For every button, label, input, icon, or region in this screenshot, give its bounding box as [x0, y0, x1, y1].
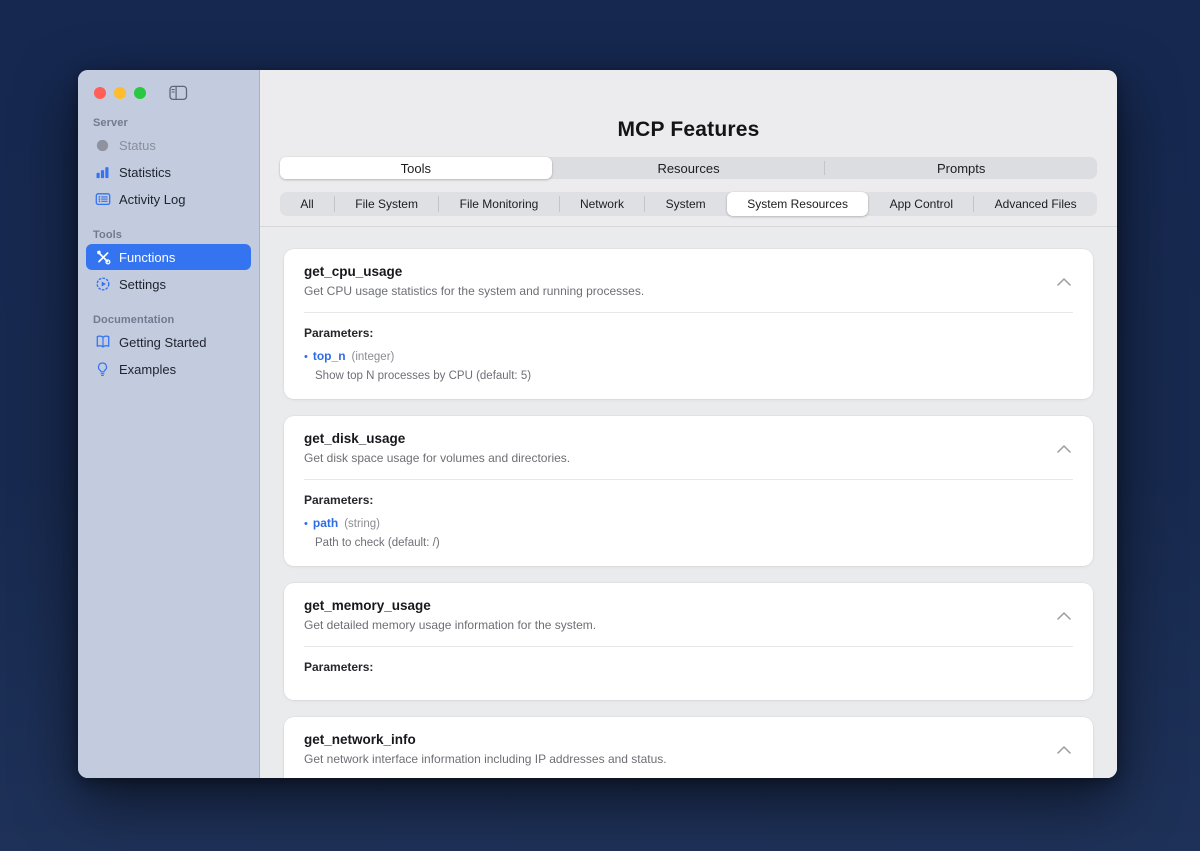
parameter-row: • top_n (integer)	[304, 349, 1073, 363]
function-name: get_cpu_usage	[304, 264, 1073, 279]
app-window: Server Status Statistics Activity Log Tools F…	[78, 70, 1117, 778]
sidebar-item-label: Functions	[119, 250, 175, 265]
card-divider	[304, 646, 1073, 647]
function-description: Get network interface information includ…	[304, 752, 1073, 766]
parameter-type: (integer)	[352, 351, 395, 363]
chevron-up-icon	[1057, 441, 1071, 456]
sidebar-item-label: Statistics	[119, 165, 171, 180]
parameters-label: Parameters:	[304, 326, 1073, 340]
function-description: Get disk space usage for volumes and dir…	[304, 451, 1073, 465]
parameters-label: Parameters:	[304, 660, 1073, 674]
window-controls	[78, 83, 259, 103]
tab-tools[interactable]: Tools	[280, 157, 552, 179]
sidebar-item-label: Status	[119, 138, 156, 153]
filter-file-monitoring[interactable]: File Monitoring	[439, 192, 558, 216]
lightbulb-icon	[94, 361, 111, 378]
collapse-card-button[interactable]	[1055, 606, 1073, 625]
parameters-label: Parameters:	[304, 493, 1073, 507]
bar-chart-icon	[94, 164, 111, 181]
filter-app-control[interactable]: App Control	[869, 192, 973, 216]
sidebar-item-status[interactable]: Status	[86, 132, 251, 158]
parameter-name: top_n	[313, 349, 346, 363]
function-description: Get detailed memory usage information fo…	[304, 618, 1073, 632]
parameter-description: Show top N processes by CPU (default: 5)	[304, 370, 1073, 382]
sidebar-section-header-documentation: Documentation	[93, 314, 259, 326]
chevron-up-icon	[1057, 608, 1071, 623]
close-window-button[interactable]	[94, 87, 106, 99]
zoom-window-button[interactable]	[134, 87, 146, 99]
parameter-description: Path to check (default: /)	[304, 537, 1073, 549]
function-name: get_disk_usage	[304, 431, 1073, 446]
parameter-name: path	[313, 516, 338, 530]
sidebar-nav: Server Status Statistics Activity Log Tools F…	[78, 103, 259, 383]
function-card-get-disk-usage: get_disk_usage Get disk space usage for v…	[284, 416, 1093, 566]
sidebar-item-functions[interactable]: Functions	[86, 244, 251, 270]
sidebar-toggle-icon[interactable]	[169, 85, 188, 101]
activity-log-icon	[94, 191, 111, 208]
sidebar-item-label: Activity Log	[119, 192, 185, 207]
page-title: MCP Features	[260, 118, 1117, 142]
tab-resources[interactable]: Resources	[553, 157, 825, 179]
parameter-bullet: •	[304, 351, 308, 363]
filter-system-resources[interactable]: System Resources	[727, 192, 868, 216]
chevron-up-icon	[1057, 274, 1071, 289]
parameter-type: (string)	[344, 518, 380, 530]
chevron-up-icon	[1057, 742, 1071, 757]
minimize-window-button[interactable]	[114, 87, 126, 99]
sidebar-item-getting-started[interactable]: Getting Started	[86, 329, 251, 355]
sidebar-item-statistics[interactable]: Statistics	[86, 159, 251, 185]
sidebar-item-examples[interactable]: Examples	[86, 356, 251, 382]
function-description: Get CPU usage statistics for the system …	[304, 284, 1073, 298]
function-list: get_cpu_usage Get CPU usage statistics fo…	[260, 227, 1117, 778]
parameter-row: • path (string)	[304, 516, 1073, 530]
collapse-card-button[interactable]	[1055, 740, 1073, 759]
filter-all[interactable]: All	[280, 192, 334, 216]
settings-icon	[94, 276, 111, 293]
filter-file-system[interactable]: File System	[335, 192, 438, 216]
status-circle-icon	[94, 137, 111, 154]
main-content: MCP Features ToolsResourcesPrompts AllFi…	[260, 70, 1117, 778]
sidebar-section-header-server: Server	[93, 117, 259, 129]
sidebar-item-label: Examples	[119, 362, 176, 377]
function-name: get_memory_usage	[304, 598, 1073, 613]
sidebar-item-label: Settings	[119, 277, 166, 292]
tab-prompts[interactable]: Prompts	[825, 157, 1097, 179]
sidebar-item-label: Getting Started	[119, 335, 206, 350]
tab-bar: ToolsResourcesPrompts	[280, 157, 1097, 179]
parameter-bullet: •	[304, 518, 308, 530]
sidebar-item-settings[interactable]: Settings	[86, 271, 251, 297]
filter-bar: AllFile SystemFile MonitoringNetworkSyst…	[280, 192, 1097, 216]
function-card-get-memory-usage: get_memory_usage Get detailed memory usag…	[284, 583, 1093, 700]
sidebar: Server Status Statistics Activity Log Tools F…	[78, 70, 260, 778]
sidebar-section-header-tools: Tools	[93, 229, 259, 241]
filter-network[interactable]: Network	[560, 192, 645, 216]
card-divider	[304, 479, 1073, 480]
filter-advanced-files[interactable]: Advanced Files	[974, 192, 1097, 216]
tools-icon	[94, 249, 111, 266]
function-card-get-cpu-usage: get_cpu_usage Get CPU usage statistics fo…	[284, 249, 1093, 399]
filter-system[interactable]: System	[645, 192, 726, 216]
sidebar-item-activity-log[interactable]: Activity Log	[86, 186, 251, 212]
function-name: get_network_info	[304, 732, 1073, 747]
card-divider	[304, 312, 1073, 313]
collapse-card-button[interactable]	[1055, 272, 1073, 291]
book-icon	[94, 334, 111, 351]
collapse-card-button[interactable]	[1055, 439, 1073, 458]
function-card-get-network-info: get_network_info Get network interface in…	[284, 717, 1093, 778]
